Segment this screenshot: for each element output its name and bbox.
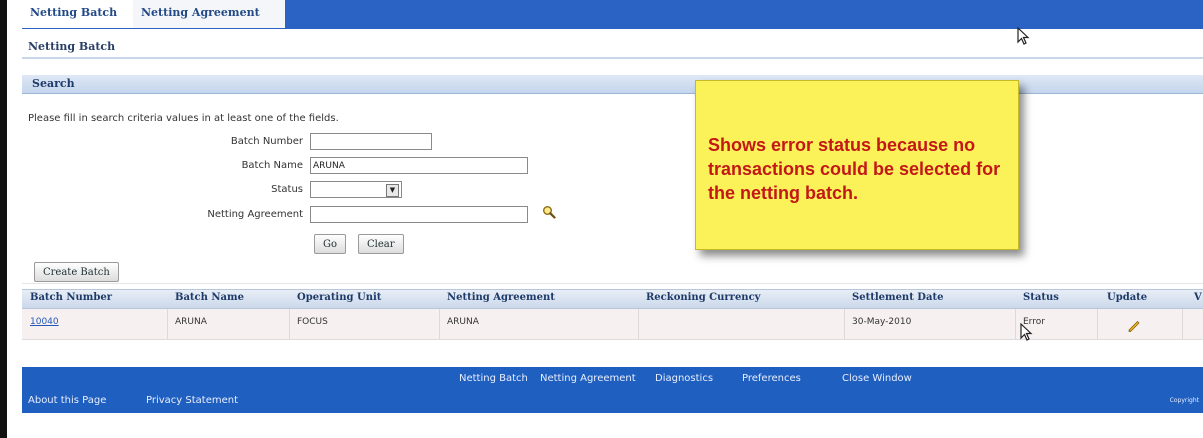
status-label: Status — [271, 184, 303, 195]
column-divider — [439, 309, 440, 339]
tab-netting-agreement[interactable]: Netting Agreement — [133, 0, 287, 28]
search-section-title: Search — [32, 77, 75, 90]
about-this-page-link[interactable]: About this Page — [28, 395, 106, 406]
batch-name-label: Batch Name — [241, 160, 303, 171]
copyright-text[interactable]: Copyright — [1170, 397, 1199, 404]
go-button[interactable]: Go — [314, 234, 347, 254]
page-footer: Netting Batch Netting Agreement Diagnost… — [22, 367, 1203, 413]
column-header-v: V — [1194, 292, 1202, 303]
column-divider — [289, 309, 290, 339]
cell-netting-agreement: ARUNA — [447, 317, 479, 327]
column-header-batch-number[interactable]: Batch Number — [30, 292, 112, 303]
cell-settlement-date: 30-May-2010 — [852, 317, 912, 327]
mouse-cursor-icon — [1020, 323, 1033, 341]
mouse-cursor-icon — [1017, 27, 1030, 45]
footer-link-netting-batch[interactable]: Netting Batch — [459, 373, 528, 384]
column-header-operating-unit[interactable]: Operating Unit — [297, 292, 381, 303]
table-header-row: Batch Number Batch Name Operating Unit N… — [22, 289, 1203, 309]
search-instruction: Please fill in search criteria values in… — [28, 113, 339, 124]
netting-agreement-label: Netting Agreement — [207, 209, 303, 220]
title-divider — [22, 57, 1203, 59]
column-divider — [1182, 309, 1183, 339]
column-divider — [1097, 309, 1098, 339]
batch-name-input[interactable]: ARUNA — [310, 157, 528, 174]
page-title: Netting Batch — [28, 40, 116, 53]
column-header-update: Update — [1107, 292, 1148, 303]
status-select[interactable]: ▼ — [310, 181, 402, 198]
callout-note: Shows error status because no transactio… — [695, 80, 1019, 250]
cell-batch-name: ARUNA — [175, 317, 207, 327]
window-left-edge — [0, 0, 7, 438]
batch-number-label: Batch Number — [230, 136, 303, 147]
search-icon[interactable] — [542, 205, 556, 219]
chevron-down-icon[interactable]: ▼ — [386, 184, 399, 197]
column-header-settlement-date[interactable]: Settlement Date — [852, 292, 943, 303]
pencil-icon[interactable] — [1126, 317, 1142, 333]
column-divider — [167, 309, 168, 339]
column-header-batch-name[interactable]: Batch Name — [175, 292, 244, 303]
cell-operating-unit: FOCUS — [297, 317, 328, 327]
callout-text: Shows error status because no transactio… — [708, 135, 1001, 203]
privacy-statement-link[interactable]: Privacy Statement — [146, 395, 238, 406]
create-batch-button[interactable]: Create Batch — [34, 262, 119, 282]
table-toolbar-divider — [22, 283, 1203, 284]
tab-netting-batch[interactable]: Netting Batch — [22, 0, 140, 28]
footer-link-netting-agreement[interactable]: Netting Agreement — [540, 373, 636, 384]
search-section-header: Search — [22, 75, 1203, 94]
column-header-status[interactable]: Status — [1023, 292, 1059, 303]
footer-link-preferences[interactable]: Preferences — [742, 373, 801, 384]
tab-strip: Netting Batch Netting Agreement — [22, 0, 1203, 29]
footer-link-diagnostics[interactable]: Diagnostics — [655, 373, 713, 384]
clear-button[interactable]: Clear — [358, 234, 404, 254]
column-header-netting-agreement[interactable]: Netting Agreement — [447, 292, 555, 303]
netting-agreement-input[interactable] — [310, 206, 528, 223]
batch-number-link[interactable]: 10040 — [30, 317, 59, 327]
batch-number-input[interactable] — [310, 133, 432, 150]
column-header-reckoning-currency[interactable]: Reckoning Currency — [646, 292, 760, 303]
column-divider — [638, 309, 639, 339]
footer-link-close-window[interactable]: Close Window — [842, 373, 912, 384]
column-divider — [844, 309, 845, 339]
column-divider — [1015, 309, 1016, 339]
